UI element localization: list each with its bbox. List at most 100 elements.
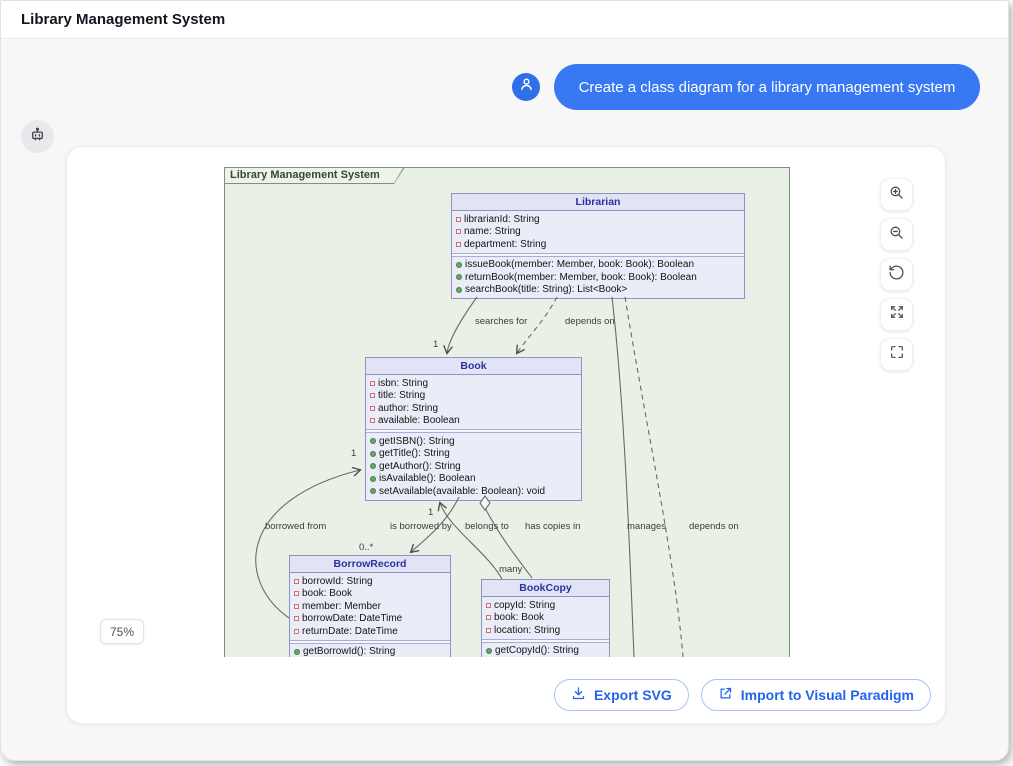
attributes-section: isbn: String title: String author: Strin… bbox=[366, 375, 581, 430]
attribute-text: available: Boolean bbox=[378, 415, 460, 426]
fit-screen-icon bbox=[889, 304, 905, 325]
attributes-section: copyId: String book: Book location: Stri… bbox=[482, 597, 609, 640]
export-svg-label: Export SVG bbox=[594, 687, 672, 703]
method-text: getBorrowId(): String bbox=[303, 646, 395, 657]
fullscreen-icon bbox=[889, 344, 905, 365]
attribute-row: member: Member bbox=[294, 600, 446, 613]
attribute-row: returnDate: DateTime bbox=[294, 625, 446, 638]
methods-section: getISBN(): String getTitle(): String get… bbox=[366, 432, 581, 500]
attribute-visibility-icon bbox=[370, 406, 375, 411]
attribute-text: borrowDate: DateTime bbox=[302, 613, 402, 624]
attribute-visibility-icon bbox=[370, 418, 375, 423]
class-book[interactable]: Book isbn: String title: String author: … bbox=[365, 357, 582, 501]
method-visibility-icon bbox=[486, 648, 492, 654]
zoom-in-icon bbox=[888, 184, 905, 206]
attribute-text: book: Book bbox=[302, 588, 352, 599]
attribute-text: isbn: String bbox=[378, 378, 428, 389]
attribute-row: book: Book bbox=[486, 612, 605, 625]
attribute-text: department: String bbox=[464, 239, 546, 250]
method-text: getTitle(): String bbox=[379, 448, 450, 459]
import-visual-paradigm-label: Import to Visual Paradigm bbox=[741, 687, 914, 703]
method-visibility-icon bbox=[456, 262, 462, 268]
method-text: setAvailable(available: Boolean): void bbox=[379, 486, 545, 497]
method-row: getISBN(): String bbox=[370, 435, 577, 448]
fullscreen-button[interactable] bbox=[880, 338, 913, 371]
method-row: getCopyId(): String bbox=[486, 645, 605, 658]
class-title: Librarian bbox=[452, 194, 744, 211]
attribute-row: available: Boolean bbox=[370, 415, 577, 428]
method-row: searchBook(title: String): List<Book> bbox=[456, 284, 740, 297]
attribute-visibility-icon bbox=[294, 616, 299, 621]
attribute-visibility-icon bbox=[294, 604, 299, 609]
method-visibility-icon bbox=[456, 287, 462, 293]
methods-section: getCopyId(): String bbox=[482, 642, 609, 658]
attribute-row: copyId: String bbox=[486, 599, 605, 612]
attribute-visibility-icon bbox=[370, 381, 375, 386]
attribute-visibility-icon bbox=[486, 603, 491, 608]
attribute-visibility-icon bbox=[456, 242, 461, 247]
zoom-out-button[interactable] bbox=[880, 218, 913, 251]
method-text: isAvailable(): Boolean bbox=[379, 473, 476, 484]
method-row: issueBook(member: Member, book: Book): B… bbox=[456, 259, 740, 272]
uml-frame-tab: Library Management System bbox=[224, 167, 405, 184]
attribute-visibility-icon bbox=[486, 615, 491, 620]
assistant-avatar bbox=[21, 120, 54, 153]
method-text: getCopyId(): String bbox=[495, 645, 579, 656]
class-librarian[interactable]: Librarian librarianId: String name: Stri… bbox=[451, 193, 745, 299]
method-row: getBorrowId(): String bbox=[294, 646, 446, 658]
class-title: BookCopy bbox=[482, 580, 609, 597]
class-title: Book bbox=[366, 358, 581, 375]
method-row: isAvailable(): Boolean bbox=[370, 473, 577, 486]
uml-frame-title: Library Management System bbox=[225, 168, 404, 183]
attribute-text: name: String bbox=[464, 226, 521, 237]
user-message-text: Create a class diagram for a library man… bbox=[579, 79, 956, 96]
fit-screen-button[interactable] bbox=[880, 298, 913, 331]
class-borrowrecord[interactable]: BorrowRecord borrowId: String book: Book… bbox=[289, 555, 451, 657]
attribute-text: location: String bbox=[494, 625, 560, 636]
method-visibility-icon bbox=[370, 438, 376, 444]
method-text: getISBN(): String bbox=[379, 436, 455, 447]
method-text: getAuthor(): String bbox=[379, 461, 461, 472]
method-visibility-icon bbox=[370, 463, 376, 469]
zoom-in-button[interactable] bbox=[880, 178, 913, 211]
user-avatar bbox=[512, 73, 540, 101]
reset-view-icon bbox=[888, 264, 905, 286]
download-icon bbox=[571, 686, 586, 704]
attribute-text: librarianId: String bbox=[464, 214, 540, 225]
attribute-text: title: String bbox=[378, 390, 425, 401]
attribute-row: location: String bbox=[486, 624, 605, 637]
page-title: Library Management System bbox=[21, 1, 225, 39]
method-row: setAvailable(available: Boolean): void bbox=[370, 485, 577, 498]
attribute-row: name: String bbox=[456, 226, 740, 239]
method-text: issueBook(member: Member, book: Book): B… bbox=[465, 259, 694, 270]
method-visibility-icon bbox=[370, 476, 376, 482]
methods-section: getBorrowId(): String bbox=[290, 643, 450, 658]
attribute-text: member: Member bbox=[302, 601, 381, 612]
attribute-visibility-icon bbox=[456, 229, 461, 234]
method-row: returnBook(member: Member, book: Book): … bbox=[456, 271, 740, 284]
method-visibility-icon bbox=[370, 451, 376, 457]
attributes-section: borrowId: String book: Book member: Memb… bbox=[290, 573, 450, 641]
user-message-bubble: Create a class diagram for a library man… bbox=[554, 64, 980, 110]
attribute-visibility-icon bbox=[294, 591, 299, 596]
attribute-row: author: String bbox=[370, 402, 577, 415]
robot-icon bbox=[28, 125, 47, 149]
method-text: returnBook(member: Member, book: Book): … bbox=[465, 272, 697, 283]
attribute-row: borrowId: String bbox=[294, 575, 446, 588]
attribute-text: author: String bbox=[378, 403, 438, 414]
attribute-visibility-icon bbox=[294, 579, 299, 584]
method-visibility-icon bbox=[456, 274, 462, 280]
class-bookcopy[interactable]: BookCopy copyId: String book: Book locat… bbox=[481, 579, 610, 657]
diagram-canvas[interactable]: Library Management System Librarian libr… bbox=[87, 160, 797, 657]
methods-section: issueBook(member: Member, book: Book): B… bbox=[452, 256, 744, 299]
attribute-visibility-icon bbox=[486, 628, 491, 633]
top-bar: Library Management System bbox=[1, 1, 1008, 39]
attribute-row: isbn: String bbox=[370, 377, 577, 390]
reset-view-button[interactable] bbox=[880, 258, 913, 291]
export-svg-button[interactable]: Export SVG bbox=[554, 679, 689, 711]
method-row: getTitle(): String bbox=[370, 448, 577, 461]
class-title: BorrowRecord bbox=[290, 556, 450, 573]
import-visual-paradigm-button[interactable]: Import to Visual Paradigm bbox=[701, 679, 931, 711]
method-row: getAuthor(): String bbox=[370, 460, 577, 473]
attribute-row: title: String bbox=[370, 390, 577, 403]
